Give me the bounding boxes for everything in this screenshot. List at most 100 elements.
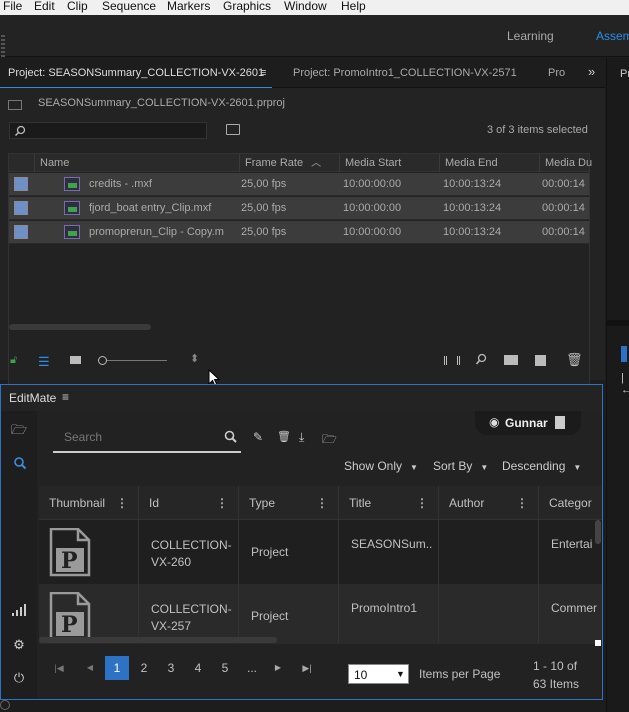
clip-label-color[interactable] (14, 225, 28, 239)
next-page-icon[interactable]: ▶ (273, 656, 283, 680)
search-icon[interactable] (224, 430, 237, 443)
menu-markers[interactable]: Markers (167, 0, 210, 13)
order-dropdown[interactable]: Descending ▼ (502, 459, 581, 473)
scroll-indicator[interactable] (621, 346, 627, 362)
panel-menu-icon[interactable]: ≡ (260, 67, 266, 79)
trash-icon[interactable]: 🗑︎ (566, 352, 583, 368)
icon-view-icon[interactable] (70, 356, 81, 364)
resize-corner[interactable] (595, 640, 601, 646)
asset-row[interactable]: P COLLECTION-VX-260 Project SEASONSum.. … (39, 520, 602, 584)
find-icon[interactable] (475, 353, 488, 366)
page-3-button[interactable]: 3 (160, 656, 182, 680)
new-item-icon[interactable] (535, 355, 546, 366)
menu-window[interactable]: Window (284, 0, 327, 13)
edit-icon[interactable]: ✎ (253, 430, 263, 444)
column-menu-icon[interactable]: ⋮ (316, 486, 328, 520)
clip-label-color[interactable] (14, 201, 28, 215)
menu-file[interactable]: File (3, 0, 22, 13)
menu-graphics[interactable]: Graphics (223, 0, 271, 13)
user-badge[interactable]: ◉ Gunnar (475, 411, 581, 435)
first-page-icon[interactable]: |◀ (53, 656, 65, 680)
project-table: Name Frame Rate ︿ Media Start Media End M… (8, 153, 592, 393)
clip-icon (64, 201, 80, 215)
column-type[interactable]: Type ⋮ (239, 486, 339, 520)
clip-label-color[interactable] (14, 177, 28, 191)
page-ellipsis[interactable]: ... (241, 656, 263, 680)
list-view-icon[interactable]: ☰ (38, 354, 50, 370)
clip-row[interactable]: promoprerun_Clip - Copy.m 25,00 fps 10:0… (9, 221, 589, 244)
asset-type: Project (251, 609, 289, 623)
new-search-bin-icon[interactable] (226, 124, 240, 135)
column-frame-rate[interactable]: Frame Rate ︿ (240, 154, 340, 172)
menu-sequence[interactable]: Sequence (102, 0, 156, 13)
column-name[interactable]: Name (35, 154, 240, 172)
asset-row[interactable]: P COLLECTION-VX-257 Project PromoIntro1 … (39, 584, 602, 644)
workspace-learning[interactable]: Learning (507, 29, 554, 43)
project-search-input[interactable] (9, 122, 207, 139)
new-bin-icon[interactable] (504, 355, 518, 365)
menu-help[interactable]: Help (341, 0, 366, 13)
clip-frame-rate: 25,00 fps (241, 226, 287, 238)
zoom-slider-handle[interactable] (98, 356, 107, 365)
column-menu-icon[interactable]: ⋮ (116, 486, 128, 520)
right-panel-strip: Pr |← (606, 58, 629, 712)
step-back-icon[interactable]: |← (621, 372, 629, 396)
id-cell: COLLECTION-VX-260 (139, 520, 239, 584)
open-folder-icon[interactable]: 🗁︎ (11, 421, 27, 437)
building-icon[interactable] (555, 416, 565, 429)
drag-grip-icon[interactable] (1, 35, 5, 59)
panel-divider[interactable] (607, 320, 629, 326)
column-media-end[interactable]: Media End (440, 154, 540, 172)
page-2-button[interactable]: 2 (133, 656, 155, 680)
open-folder-icon[interactable]: 🗁︎ (322, 430, 337, 451)
sort-icons-icon[interactable]: ⬍ (190, 352, 199, 365)
clip-row[interactable]: credits - .mxf 25,00 fps 10:00:00:00 10:… (9, 173, 589, 196)
editmate-search-field[interactable]: Search (53, 425, 241, 453)
page-4-button[interactable]: 4 (187, 656, 209, 680)
column-menu-icon[interactable]: ⋮ (516, 486, 528, 520)
clip-name: promoprerun_Clip - Copy.m (89, 226, 224, 238)
lock-icon[interactable]: 🔓︎ (10, 354, 17, 367)
per-page-select[interactable]: 10 ▼ (348, 664, 409, 684)
download-icon[interactable]: ⤓ (299, 430, 304, 445)
workspace-assembly[interactable]: Assem (596, 29, 629, 43)
prev-page-icon[interactable]: ◀ (85, 656, 95, 680)
signal-bars-icon[interactable] (12, 604, 26, 616)
clip-media-end: 10:00:13:24 (443, 226, 502, 238)
delete-icon[interactable]: 🗑︎ (277, 430, 291, 443)
tab-project-promo[interactable]: Project: PromoIntro1_COLLECTION-VX-2571 (293, 67, 517, 79)
column-id-label: Id (149, 496, 160, 510)
overflow-chevron-icon[interactable]: » (588, 64, 595, 79)
column-menu-icon[interactable]: ⋮ (416, 486, 428, 520)
panel-menu-icon[interactable]: ≡ (62, 390, 69, 404)
column-title[interactable]: Title ⋮ (339, 486, 439, 520)
column-thumbnail[interactable]: Thumbnail ⋮ (39, 486, 139, 520)
column-media-duration[interactable]: Media Du (540, 154, 600, 172)
column-category[interactable]: Categor (539, 486, 602, 520)
tab-truncated[interactable]: Pro (548, 67, 565, 79)
sort-by-dropdown[interactable]: Sort By ▼ (433, 459, 488, 473)
horizontal-scrollbar[interactable] (9, 324, 151, 330)
settings-gear-icon[interactable]: ⚙︎ (11, 637, 27, 653)
column-menu-icon[interactable]: ⋮ (216, 486, 228, 520)
page-1-button[interactable]: 1 (105, 656, 129, 680)
grid-vertical-scrollbar[interactable] (595, 520, 601, 544)
search-icon[interactable] (13, 456, 27, 470)
show-only-dropdown[interactable]: Show Only ▼ (344, 459, 418, 473)
column-author[interactable]: Author ⋮ (439, 486, 539, 520)
clip-row[interactable]: fjord_boat entry_Clip.mxf 25,00 fps 10:0… (9, 197, 589, 220)
last-page-icon[interactable]: ▶| (301, 656, 313, 680)
menu-edit[interactable]: Edit (34, 0, 55, 13)
zoom-slider-track[interactable] (107, 360, 167, 361)
tab-project-season[interactable]: Project: SEASONSummary_COLLECTION-VX-260… (8, 67, 264, 79)
column-media-start[interactable]: Media Start (340, 154, 440, 172)
automate-to-sequence-icon[interactable] (444, 356, 460, 365)
column-label-toggle[interactable] (9, 154, 35, 172)
menu-clip[interactable]: Clip (67, 0, 88, 13)
tab-program-truncated[interactable]: Pr (620, 68, 629, 80)
thumbnail-cell: P (39, 584, 139, 644)
grid-horizontal-scrollbar[interactable] (39, 637, 277, 643)
power-icon[interactable]: ⏻︎ (11, 670, 27, 686)
page-5-button[interactable]: 5 (214, 656, 236, 680)
column-id[interactable]: Id ⋮ (139, 486, 239, 520)
